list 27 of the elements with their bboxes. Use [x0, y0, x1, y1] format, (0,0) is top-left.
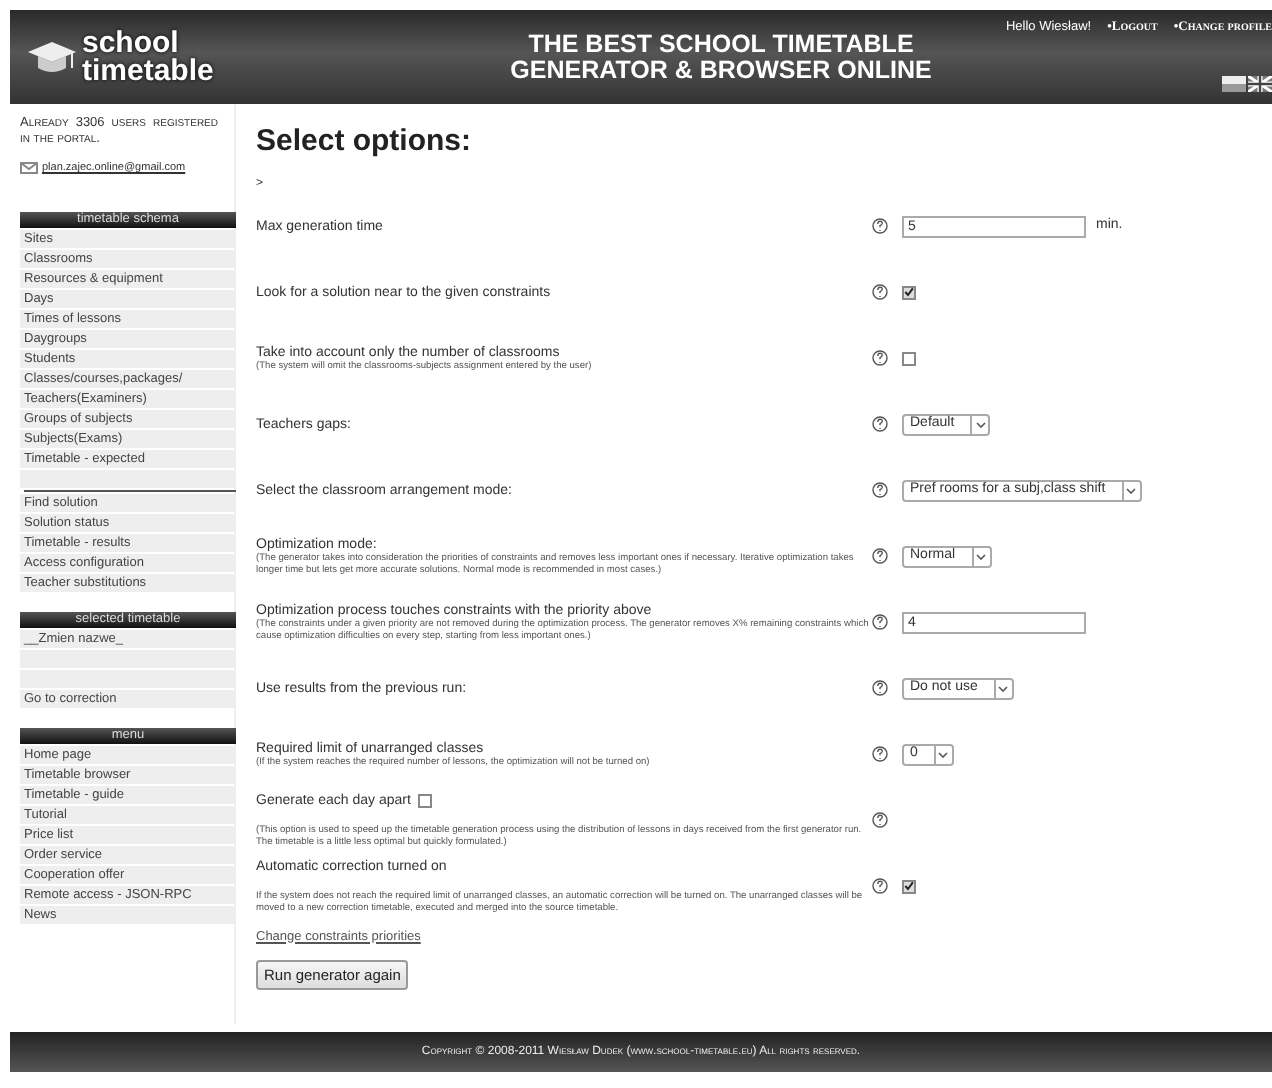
help-icon[interactable]	[872, 878, 888, 894]
caret-icon	[933, 745, 952, 763]
page-title: Select options:	[256, 122, 474, 162]
mail-icon	[20, 162, 38, 175]
logo-text: timetable	[82, 57, 214, 85]
checkbox[interactable]	[902, 285, 916, 299]
logo-text: school	[82, 29, 179, 57]
caret-icon	[970, 415, 989, 433]
checkbox[interactable]	[902, 351, 916, 365]
caret-icon	[993, 679, 1012, 697]
header-title: GENERATOR & BROWSER ONLINE	[508, 57, 934, 83]
help-icon[interactable]	[872, 284, 888, 300]
help-icon[interactable]	[872, 482, 888, 498]
help-icon[interactable]	[872, 614, 888, 630]
help-icon[interactable]	[872, 416, 888, 432]
header-title: THE BEST SCHOOL TIMETABLE	[526, 31, 916, 57]
checkbox[interactable]	[418, 793, 433, 807]
flag-icon[interactable]	[1248, 76, 1272, 92]
caret-icon	[1121, 481, 1140, 499]
caret-icon	[971, 547, 990, 565]
checkbox[interactable]	[902, 879, 916, 893]
help-icon[interactable]	[872, 218, 888, 234]
help-icon[interactable]	[872, 680, 888, 696]
help-icon[interactable]	[872, 548, 888, 564]
help-icon[interactable]	[872, 812, 888, 828]
help-icon[interactable]	[872, 746, 888, 762]
help-icon[interactable]	[872, 350, 888, 366]
